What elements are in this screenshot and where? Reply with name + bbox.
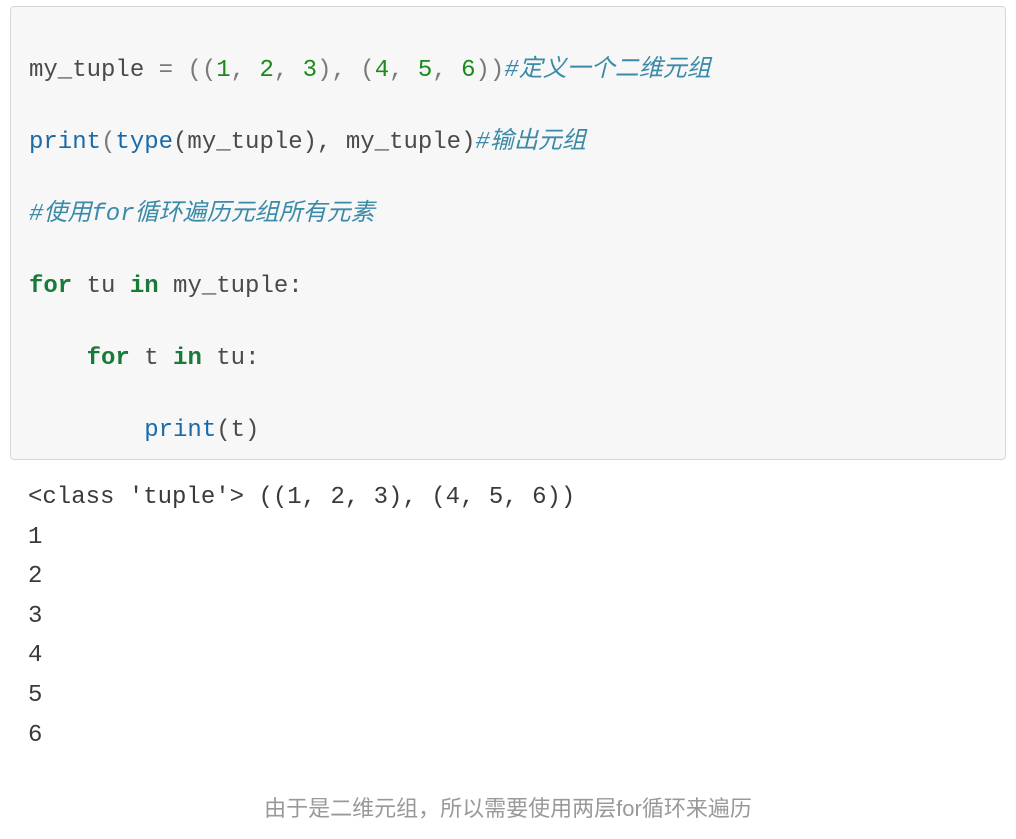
code-line-3: #使用for循环遍历元组所有元素 xyxy=(29,197,987,233)
code-number: 1 xyxy=(216,57,230,84)
output-line: 4 xyxy=(28,642,42,669)
output-line: 6 xyxy=(28,722,42,749)
code-variable: my_tuple xyxy=(29,57,144,84)
code-comment: #使用for循环遍历元组所有元素 xyxy=(29,201,375,228)
code-func: print xyxy=(144,417,216,444)
code-line-6: print(t) xyxy=(29,413,987,449)
code-args: (t) xyxy=(216,417,259,444)
code-op: = (( xyxy=(144,57,216,84)
code-text: tu xyxy=(72,273,130,300)
code-comma: , xyxy=(389,57,418,84)
output-line: 2 xyxy=(28,563,42,590)
code-func: type xyxy=(115,129,173,156)
output-line: 3 xyxy=(28,603,42,630)
output-block: <class 'tuple'> ((1, 2, 3), (4, 5, 6)) 1… xyxy=(0,470,1016,771)
code-keyword: in xyxy=(130,273,159,300)
code-number: 6 xyxy=(461,57,475,84)
code-keyword: for xyxy=(87,345,130,372)
code-line-1: my_tuple = ((1, 2, 3), (4, 5, 6))#定义一个二维… xyxy=(29,53,987,89)
output-line: <class 'tuple'> ((1, 2, 3), (4, 5, 6)) xyxy=(28,484,575,511)
code-paren: ( xyxy=(101,129,115,156)
output-line: 5 xyxy=(28,682,42,709)
code-comma: , xyxy=(274,57,303,84)
code-comma: , xyxy=(231,57,260,84)
code-text: t xyxy=(130,345,173,372)
code-func: print xyxy=(29,129,101,156)
code-block: my_tuple = ((1, 2, 3), (4, 5, 6))#定义一个二维… xyxy=(10,6,1006,460)
code-number: 3 xyxy=(303,57,317,84)
code-indent xyxy=(29,345,87,372)
code-keyword: for xyxy=(29,273,72,300)
output-line: 1 xyxy=(28,524,42,551)
code-number: 4 xyxy=(375,57,389,84)
code-number: 5 xyxy=(418,57,432,84)
code-comment: #输出元组 xyxy=(475,129,585,156)
code-text: tu: xyxy=(202,345,260,372)
code-comma: , xyxy=(432,57,461,84)
code-line-4: for tu in my_tuple: xyxy=(29,269,987,305)
code-number: 2 xyxy=(259,57,273,84)
code-text: my_tuple: xyxy=(159,273,303,300)
code-comment: #定义一个二维元组 xyxy=(504,57,710,84)
code-line-5: for t in tu: xyxy=(29,341,987,377)
code-line-2: print(type(my_tuple), my_tuple)#输出元组 xyxy=(29,125,987,161)
code-paren: )) xyxy=(476,57,505,84)
code-indent xyxy=(29,417,144,444)
code-keyword: in xyxy=(173,345,202,372)
code-args: (my_tuple), my_tuple) xyxy=(173,129,475,156)
code-paren: ), ( xyxy=(317,57,375,84)
caption: 由于是二维元组，所以需要使用两层for循环来遍历 xyxy=(0,771,1016,839)
